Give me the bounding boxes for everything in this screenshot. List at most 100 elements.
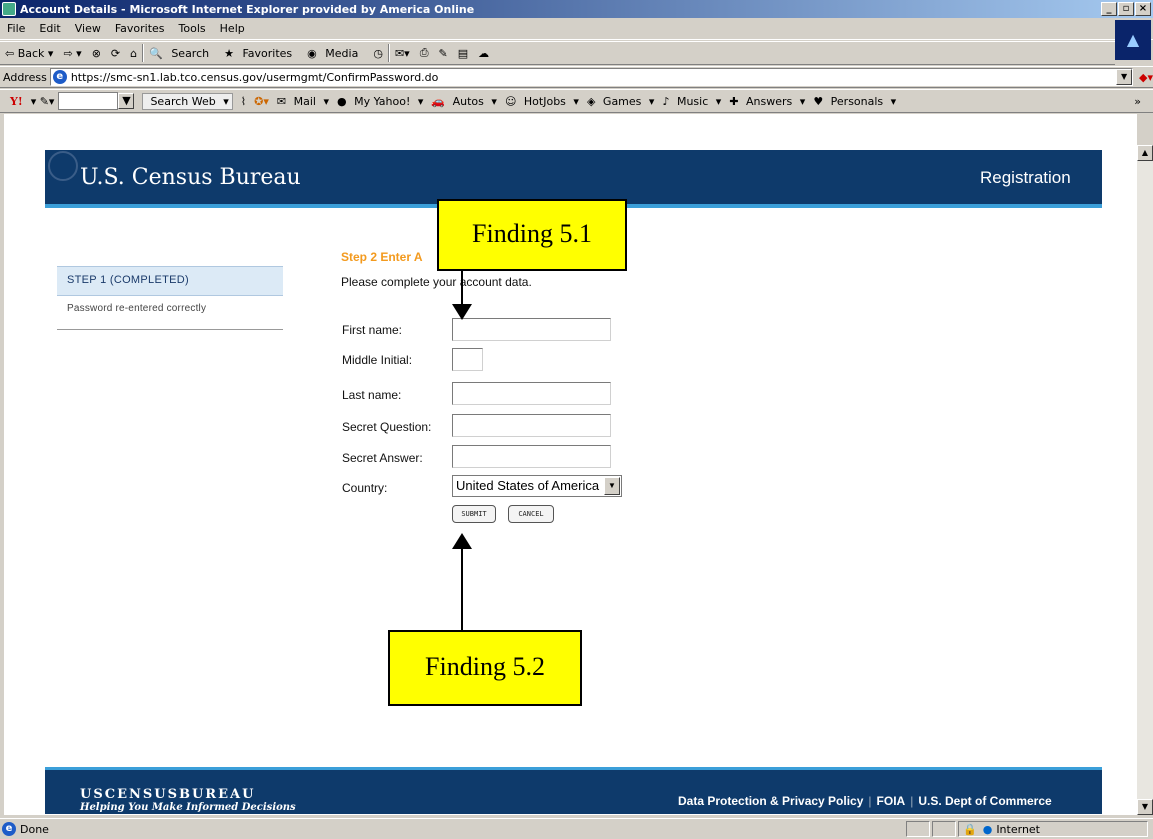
last-name-label: Last name: xyxy=(342,388,402,402)
discuss-icon[interactable]: ▤ xyxy=(458,47,468,60)
finding-5-2-arrow-line xyxy=(461,548,463,630)
step2-heading: Step 2 Enter A xyxy=(341,250,423,264)
aol-logo-icon: ▲ xyxy=(1115,20,1151,60)
address-label: Address xyxy=(3,70,47,84)
yahoo-item-label: Answers xyxy=(746,94,793,108)
submit-button[interactable]: SUBMIT xyxy=(452,505,496,523)
standard-toolbar: ⇦ Back ▾ ⇨ ▾ ⊗ ⟳ ⌂ 🔍 Search ★ Favorites … xyxy=(0,41,1115,65)
middle-initial-label: Middle Initial: xyxy=(342,353,413,367)
zone-cell: 🔒 ● Internet xyxy=(958,821,1148,837)
step1-note: Password re-entered correctly xyxy=(57,296,283,330)
yahoo-item-label: HotJobs xyxy=(523,94,566,108)
footer-separator: | xyxy=(868,794,872,808)
forward-button[interactable]: ⇨ ▾ xyxy=(63,47,81,60)
menu-tools[interactable]: Tools xyxy=(179,22,206,35)
address-dropdown-icon[interactable]: ▼ xyxy=(1116,69,1133,85)
highlight-icon[interactable]: ⌇ xyxy=(241,95,246,108)
history-icon[interactable]: ◷ xyxy=(373,47,383,60)
last-name-field[interactable] xyxy=(452,382,611,405)
secret-answer-label: Secret Answer: xyxy=(342,451,423,465)
finding-5-1-arrowhead-icon xyxy=(452,304,472,320)
yahoo-search-input[interactable] xyxy=(58,92,119,110)
globe-icon: ● xyxy=(982,822,993,836)
refresh-icon[interactable]: ⟳ xyxy=(111,47,120,60)
search-web-button[interactable]: Search Web ▾ xyxy=(142,92,233,110)
finding-5-2-arrowhead-icon xyxy=(452,533,472,549)
window-titlebar: Account Details - Microsoft Internet Exp… xyxy=(0,0,1153,18)
media-button[interactable]: ◉ Media xyxy=(307,47,363,60)
address-input[interactable]: e https://smc-sn1.lab.tco.census.gov/use… xyxy=(49,68,1134,86)
yahoo-item-personals[interactable]: ♥ Personals ▾ xyxy=(813,95,896,108)
menu-bar: File Edit View Favorites Tools Help xyxy=(0,18,1153,40)
yahoo-logo-icon[interactable]: Y! xyxy=(10,95,23,108)
finding-5-2-callout: Finding 5.2 xyxy=(388,630,582,706)
mail-icon[interactable]: ✉▾ xyxy=(395,47,410,60)
edit-icon[interactable]: ✎ xyxy=(439,47,448,60)
status-cell xyxy=(906,821,930,837)
yahoo-item-hotjobs[interactable]: ☺ HotJobs ▾ xyxy=(505,95,579,108)
cancel-button[interactable]: CANCEL xyxy=(508,505,554,523)
menu-file[interactable]: File xyxy=(7,22,25,35)
search-button[interactable]: 🔍 Search xyxy=(149,47,214,60)
yahoo-item-label: Autos xyxy=(452,94,484,108)
stop-icon[interactable]: ⊗ xyxy=(92,47,101,60)
footer-separator: | xyxy=(910,794,914,808)
toolbar-overflow-icon[interactable]: » xyxy=(1134,95,1141,108)
yahoo-item-mail[interactable]: ✉ Mail ▾ xyxy=(277,95,329,108)
close-button[interactable]: × xyxy=(1135,2,1151,16)
ie-window-icon xyxy=(2,2,16,16)
privacy-link[interactable]: Data Protection & Privacy Policy xyxy=(678,794,863,808)
maximize-button[interactable]: ▫ xyxy=(1118,2,1134,16)
secret-question-field[interactable] xyxy=(452,414,611,437)
yahoo-item-autos[interactable]: 🚗 Autos ▾ xyxy=(431,95,497,108)
menu-edit[interactable]: Edit xyxy=(39,22,60,35)
commerce-link[interactable]: U.S. Dept of Commerce xyxy=(918,794,1051,808)
page-status-icon: e xyxy=(2,822,16,836)
yahoo-item-label: Personals xyxy=(830,94,884,108)
country-dropdown-icon[interactable]: ▼ xyxy=(604,477,620,495)
messenger-icon[interactable]: ☁ xyxy=(478,47,489,60)
home-icon[interactable]: ⌂ xyxy=(130,47,137,60)
form-instruction: Please complete your account data. xyxy=(341,275,532,289)
yahoo-item-games[interactable]: ◈ Games ▾ xyxy=(587,95,654,108)
section-title: Registration xyxy=(980,168,1071,187)
menu-view[interactable]: View xyxy=(75,22,101,35)
links-icon[interactable]: ◆▾ xyxy=(1139,71,1153,84)
ie-page-icon: e xyxy=(52,70,67,84)
first-name-field[interactable] xyxy=(452,318,611,341)
print-icon[interactable]: ⎙ xyxy=(420,46,429,60)
vertical-scrollbar[interactable]: ▲ ▼ xyxy=(1137,145,1153,815)
address-bar: Address e https://smc-sn1.lab.tco.census… xyxy=(0,66,1153,88)
minimize-button[interactable]: _ xyxy=(1101,2,1117,16)
site-title: U.S. Census Bureau xyxy=(80,165,301,190)
anti-spy-icon[interactable]: ✪▾ xyxy=(254,95,269,108)
yahoo-item-answers[interactable]: ✚ Answers ▾ xyxy=(729,95,805,108)
yahoo-item-music[interactable]: ♪ Music ▾ xyxy=(662,95,721,108)
secret-answer-field[interactable] xyxy=(452,445,611,468)
yahoo-item-label: Music xyxy=(676,94,709,108)
media-button-label: Media xyxy=(325,46,359,60)
step1-status: STEP 1 (COMPLETED) xyxy=(57,266,283,296)
yahoo-item-label: Games xyxy=(602,94,642,108)
zone-text: Internet xyxy=(996,822,1040,836)
yahoo-search-dropdown-icon[interactable]: ▼ xyxy=(118,93,135,109)
scroll-up-icon[interactable]: ▲ xyxy=(1137,145,1153,161)
menu-favorites[interactable]: Favorites xyxy=(115,22,165,35)
middle-initial-field[interactable] xyxy=(452,348,483,371)
footer-links: Data Protection & Privacy Policy | FOIA | U.… xyxy=(678,794,1052,808)
country-select[interactable]: United States of America ▼ xyxy=(452,475,622,497)
scroll-down-icon[interactable]: ▼ xyxy=(1137,799,1153,815)
foia-link[interactable]: FOIA xyxy=(877,794,906,808)
yahoo-item-myyahoo[interactable]: ● My Yahoo! ▾ xyxy=(337,95,423,108)
lock-icon: 🔒 xyxy=(963,822,977,836)
back-button[interactable]: ⇦ Back ▾ xyxy=(5,47,53,60)
first-name-label: First name: xyxy=(342,323,403,337)
yahoo-item-label: My Yahoo! xyxy=(354,94,411,108)
menu-help[interactable]: Help xyxy=(220,22,245,35)
toolbar-divider xyxy=(387,44,390,62)
address-url: https://smc-sn1.lab.tco.census.gov/userm… xyxy=(70,70,439,84)
yahoo-menu-icon[interactable]: ▾ ✎▾ xyxy=(31,95,55,108)
search-button-label: Search xyxy=(171,46,210,60)
status-bar: e Done 🔒 ● Internet xyxy=(0,818,1153,839)
favorites-button[interactable]: ★ Favorites xyxy=(224,47,297,60)
